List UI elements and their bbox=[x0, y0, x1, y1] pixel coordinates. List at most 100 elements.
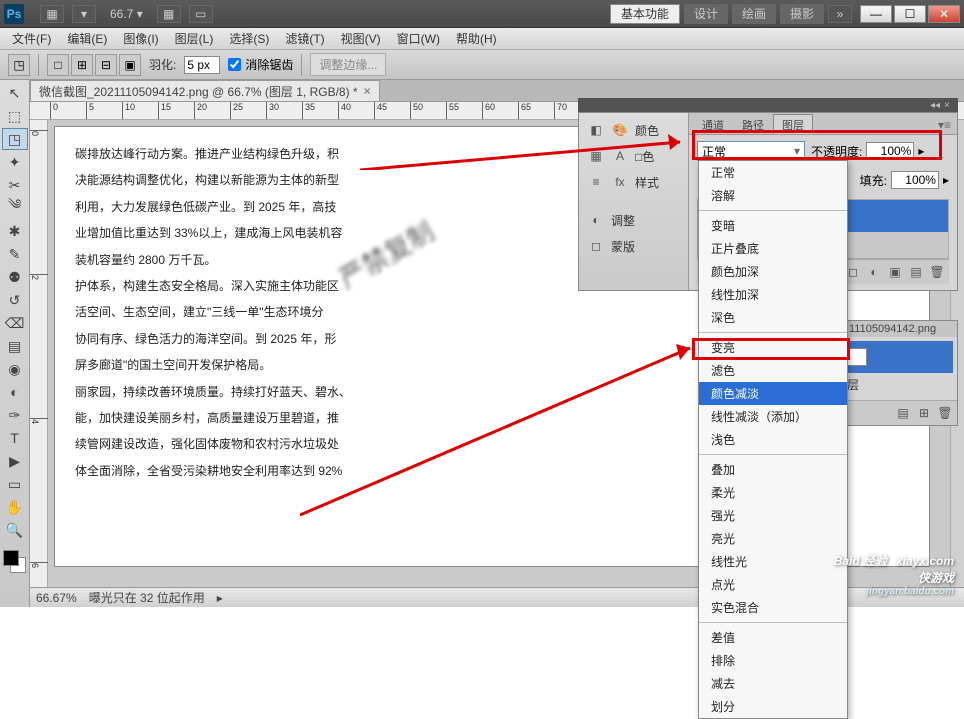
maximize-button[interactable]: ☐ bbox=[894, 5, 926, 23]
blend-item[interactable]: 减去 bbox=[699, 672, 847, 695]
panel-btn-swatches[interactable]: ▦A□色 bbox=[579, 143, 688, 169]
sel-intersect-icon[interactable]: ▣ bbox=[119, 54, 141, 76]
blend-item[interactable]: 叠加 bbox=[699, 458, 847, 481]
move-tool-icon[interactable]: ↖ bbox=[2, 82, 28, 104]
eyedropper-tool-icon[interactable]: ༄ bbox=[2, 197, 28, 219]
history-item[interactable] bbox=[847, 341, 953, 373]
view-extras-icon[interactable]: ▦ bbox=[157, 5, 181, 23]
close-panel-icon[interactable]: × bbox=[944, 100, 954, 110]
tab-channels[interactable]: 通道 bbox=[693, 114, 733, 134]
eraser-tool-icon[interactable]: ⌫ bbox=[2, 312, 28, 334]
blend-item[interactable]: 浅色 bbox=[699, 428, 847, 451]
gradient-tool-icon[interactable]: ▤ bbox=[2, 335, 28, 357]
menu-window[interactable]: 窗口(W) bbox=[389, 28, 448, 49]
menu-help[interactable]: 帮助(H) bbox=[448, 28, 505, 49]
mini-bridge-icon[interactable]: ▦ bbox=[40, 5, 64, 23]
workspace-photo[interactable]: 摄影 bbox=[780, 4, 824, 24]
screen-mode-icon[interactable]: ▭ bbox=[189, 5, 213, 23]
dodge-tool-icon[interactable]: ◐ bbox=[2, 381, 28, 403]
menu-view[interactable]: 视图(V) bbox=[333, 28, 389, 49]
status-arrow-icon[interactable]: ▸ bbox=[217, 591, 223, 605]
collapse-icon[interactable]: ◂◂ bbox=[930, 100, 940, 110]
fill-input[interactable] bbox=[891, 171, 939, 189]
panel-btn-styles[interactable]: ≡fx样式 bbox=[579, 169, 688, 195]
tab-paths[interactable]: 路径 bbox=[733, 114, 773, 134]
blend-item[interactable]: 柔光 bbox=[699, 481, 847, 504]
lasso-tool-icon[interactable]: ◳ bbox=[2, 128, 28, 150]
menu-file[interactable]: 文件(F) bbox=[4, 28, 59, 49]
history-item[interactable]: 层 bbox=[847, 373, 953, 396]
menu-select[interactable]: 选择(S) bbox=[221, 28, 277, 49]
menu-filter[interactable]: 滤镜(T) bbox=[277, 28, 332, 49]
workspace-basic[interactable]: 基本功能 bbox=[610, 4, 680, 24]
brush-tool-icon[interactable]: ✎ bbox=[2, 243, 28, 265]
blend-item[interactable]: 颜色加深 bbox=[699, 260, 847, 283]
fill-arrow-icon[interactable]: ▸ bbox=[943, 173, 949, 187]
current-tool-icon[interactable]: ◳ bbox=[8, 54, 30, 76]
history-new-icon[interactable]: ⊞ bbox=[915, 404, 933, 422]
menu-layer[interactable]: 图层(L) bbox=[167, 28, 222, 49]
workspace-more-icon[interactable]: » bbox=[828, 5, 852, 23]
antialias-checkbox[interactable]: 消除锯齿 bbox=[228, 56, 293, 73]
blend-item[interactable]: 差值 bbox=[699, 626, 847, 649]
blend-item[interactable]: 实色混合 bbox=[699, 596, 847, 619]
shape-tool-icon[interactable]: ▭ bbox=[2, 473, 28, 495]
history-snap-icon[interactable]: ▤ bbox=[894, 404, 912, 422]
history-tab[interactable]: 11105094142.png bbox=[843, 321, 957, 337]
refine-edge-button[interactable]: 调整边缘... bbox=[310, 53, 386, 76]
zoom-tool-icon[interactable]: 🔍 bbox=[2, 519, 28, 541]
wand-tool-icon[interactable]: ✦ bbox=[2, 151, 28, 173]
blend-item[interactable]: 强光 bbox=[699, 504, 847, 527]
history-brush-tool-icon[interactable]: ↺ bbox=[2, 289, 28, 311]
group-icon[interactable]: ▣ bbox=[886, 263, 904, 281]
workspace-paint[interactable]: 绘画 bbox=[732, 4, 776, 24]
adjust-add-icon[interactable]: ◐ bbox=[865, 263, 883, 281]
stamp-tool-icon[interactable]: ⚉ bbox=[2, 266, 28, 288]
pen-tool-icon[interactable]: ✑ bbox=[2, 404, 28, 426]
type-tool-icon[interactable]: T bbox=[2, 427, 28, 449]
blend-item-highlighted[interactable]: 颜色减淡 bbox=[699, 382, 847, 405]
blend-item[interactable]: 深色 bbox=[699, 306, 847, 329]
blend-item[interactable]: 线性减淡（添加） bbox=[699, 405, 847, 428]
panel-btn-color[interactable]: ◧🎨颜色 bbox=[579, 117, 688, 143]
sel-add-icon[interactable]: ⊞ bbox=[71, 54, 93, 76]
color-swatches[interactable] bbox=[0, 548, 29, 576]
blend-item[interactable]: 变亮 bbox=[699, 336, 847, 359]
blend-item[interactable]: 线性光 bbox=[699, 550, 847, 573]
document-tab[interactable]: 微信截图_20211105094142.png @ 66.7% (图层 1, R… bbox=[30, 80, 380, 101]
blend-item[interactable]: 溶解 bbox=[699, 184, 847, 207]
blend-item[interactable]: 亮光 bbox=[699, 527, 847, 550]
blur-tool-icon[interactable]: ◉ bbox=[2, 358, 28, 380]
blend-mode-select[interactable]: 正常▾ bbox=[697, 141, 805, 161]
minimize-button[interactable]: — bbox=[860, 5, 892, 23]
sel-sub-icon[interactable]: ⊟ bbox=[95, 54, 117, 76]
panel-btn-adjust[interactable]: ◐调整 bbox=[579, 207, 688, 233]
hand-tool-icon[interactable]: ✋ bbox=[2, 496, 28, 518]
status-zoom[interactable]: 66.67% bbox=[36, 591, 77, 605]
menu-edit[interactable]: 编辑(E) bbox=[59, 28, 115, 49]
close-tab-icon[interactable]: × bbox=[364, 84, 371, 98]
heal-tool-icon[interactable]: ✱ bbox=[2, 220, 28, 242]
delete-layer-icon[interactable]: 🗑 bbox=[928, 263, 946, 281]
blend-item[interactable]: 正常 bbox=[699, 161, 847, 184]
blend-item[interactable]: 正片叠底 bbox=[699, 237, 847, 260]
opacity-input[interactable] bbox=[866, 142, 914, 160]
tab-layers[interactable]: 图层 bbox=[773, 114, 813, 134]
path-select-tool-icon[interactable]: ▶ bbox=[2, 450, 28, 472]
blend-item[interactable]: 变暗 bbox=[699, 214, 847, 237]
blend-item[interactable]: 排除 bbox=[699, 649, 847, 672]
sel-new-icon[interactable]: □ bbox=[47, 54, 69, 76]
blend-item[interactable]: 线性加深 bbox=[699, 283, 847, 306]
workspace-design[interactable]: 设计 bbox=[684, 4, 728, 24]
menu-image[interactable]: 图像(I) bbox=[115, 28, 166, 49]
blend-item[interactable]: 划分 bbox=[699, 695, 847, 718]
opacity-arrow-icon[interactable]: ▸ bbox=[918, 144, 924, 158]
panel-btn-mask[interactable]: ◻蒙版 bbox=[579, 233, 688, 259]
blend-item[interactable]: 滤色 bbox=[699, 359, 847, 382]
close-button[interactable]: ✕ bbox=[928, 5, 960, 23]
fg-color-swatch[interactable] bbox=[3, 550, 19, 566]
new-layer-icon[interactable]: ▤ bbox=[907, 263, 925, 281]
marquee-tool-icon[interactable]: ⬚ bbox=[2, 105, 28, 127]
panel-menu-icon[interactable]: ▾≡ bbox=[932, 116, 957, 134]
feather-input[interactable] bbox=[184, 56, 220, 74]
